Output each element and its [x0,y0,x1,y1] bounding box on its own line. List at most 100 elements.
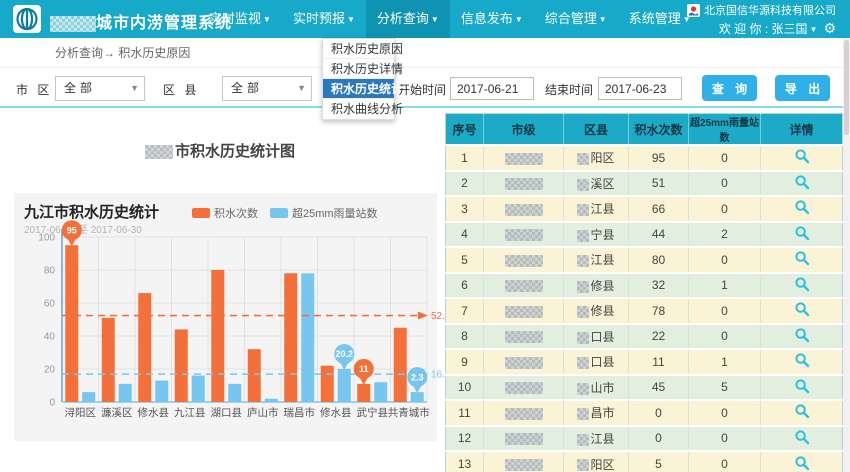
count-cell: 0 [629,400,689,426]
nav-analysis-query[interactable]: 分析查询▼ [366,0,450,38]
nav-realtime-monitor[interactable]: 实时监视▼ [198,0,282,38]
chevron-down-icon: ▼ [810,25,818,34]
city-cell [484,298,564,324]
welcome-user[interactable]: 欢 迎 你 : 张三国▼ [719,20,818,37]
detail-search-icon[interactable] [794,327,810,343]
detail-cell [761,400,843,426]
end-time-label: 结束时间 [545,81,593,98]
detail-search-icon[interactable] [794,403,810,419]
detail-search-icon[interactable] [794,199,810,215]
detail-cell [761,273,843,299]
redacted-district-prefix [577,332,589,344]
detail-cell [761,375,843,401]
end-date-input[interactable] [598,77,682,100]
nav-info-publish[interactable]: 信息发布▼ [450,0,534,38]
detail-search-icon[interactable] [794,378,810,394]
row-index-cell: 4 [446,222,484,248]
redacted-city [505,153,543,165]
svg-text:0: 0 [49,398,55,409]
city-cell [484,324,564,350]
svg-text:11: 11 [359,364,369,374]
menu-item-history-statistics[interactable]: 积水历史统计 [323,79,394,99]
table-row: 13阳区50 [446,451,843,472]
count-cell: 51 [629,171,689,197]
company-logo-icon [687,4,700,17]
detail-search-icon[interactable] [794,174,810,190]
district-cell: 江县 [564,196,629,222]
main-nav: 实时监视▼ 实时预报▼ 分析查询▼ 信息发布▼ 综合管理▼ 系统管理▼ [198,0,702,38]
count-cell: 80 [629,247,689,273]
detail-search-icon[interactable] [794,352,810,368]
city-cell [484,247,564,273]
table-row: 9口县111 [446,349,843,375]
redacted-city [505,433,543,445]
menu-item-history-detail[interactable]: 积水历史详情 [323,59,394,79]
redacted-city-name [50,16,96,32]
redacted-city [505,178,543,190]
x-axis-labels: 浔阳区濂溪区修水县九江县湖口县庐山市瑞昌市修水县武宁县共青城市 [65,406,430,419]
nav-comprehensive-mgmt[interactable]: 综合管理▼ [534,0,618,38]
stations-cell: 0 [689,400,761,426]
menu-item-history-reason[interactable]: 积水历史原因 [323,39,394,59]
redacted-city [505,408,543,420]
svg-text:九江县: 九江县 [174,407,206,419]
svg-text:修水县: 修水县 [138,406,170,419]
district-select[interactable]: 全部▼ [222,76,312,101]
svg-text:40: 40 [44,332,56,343]
svg-text:95: 95 [67,225,77,235]
history-statistics-chart: 九江市积水历史统计 2017-06-21 至 2017-06-30 积水次数 超… [14,193,437,441]
bar-series-0 [65,245,407,402]
scrollbar-thumb[interactable] [844,40,849,135]
breadcrumb: 分析查询→ 积水历史原因 [0,38,850,68]
detail-search-icon[interactable] [794,148,810,164]
stations-cell: 0 [689,171,761,197]
count-cell: 44 [629,222,689,248]
table-row: 11昌市00 [446,400,843,426]
export-button[interactable]: 导 出 [775,75,830,101]
detail-cell [761,451,843,472]
row-index-cell: 11 [446,400,484,426]
search-button[interactable]: 查 询 [702,75,757,101]
district-cell: 阳区 [564,451,629,472]
svg-text:庐山市: 庐山市 [247,406,279,419]
detail-cell [761,196,843,222]
page-scrollbar[interactable] [843,38,850,472]
start-time-label: 开始时间 [398,81,446,98]
chart-page-title: 市积水历史统计图 [0,140,440,161]
detail-search-icon[interactable] [794,429,810,445]
nav-realtime-forecast[interactable]: 实时预报▼ [282,0,366,38]
detail-cell [761,145,843,171]
start-date-input[interactable] [450,77,534,100]
detail-search-icon[interactable] [794,250,810,266]
detail-search-icon[interactable] [794,225,810,241]
detail-search-icon[interactable] [794,276,810,292]
district-cell: 修县 [564,273,629,299]
city-cell [484,451,564,472]
col-header-count: 积水次数 [629,114,689,146]
redacted-district-prefix [577,306,589,318]
menu-item-curve-analysis[interactable]: 积水曲线分析 [323,99,394,119]
gear-icon[interactable]: ⚙ [823,20,836,37]
y-axis-labels: 020406080100 [38,233,55,409]
detail-search-icon[interactable] [794,455,810,471]
chevron-down-icon: ▼ [297,77,306,100]
company-line: 北京国信华源科技有限公司 [687,2,836,18]
stations-cell: 1 [689,349,761,375]
count-cell: 0 [629,426,689,452]
table-row: 2溪区510 [446,171,843,197]
stations-cell: 1 [689,273,761,299]
chart-grid [62,237,427,402]
redacted-city [505,229,543,241]
svg-text:武宁县: 武宁县 [357,406,389,419]
app-logo-icon [13,5,41,33]
detail-search-icon[interactable] [794,301,810,317]
count-cell: 22 [629,324,689,350]
chevron-down-icon: ▼ [347,15,355,24]
detail-cell [761,324,843,350]
city-select[interactable]: 全部▼ [55,76,145,101]
count-cell: 45 [629,375,689,401]
count-cell: 66 [629,196,689,222]
redacted-city [505,204,543,216]
count-cell: 95 [629,145,689,171]
stations-cell: 0 [689,298,761,324]
